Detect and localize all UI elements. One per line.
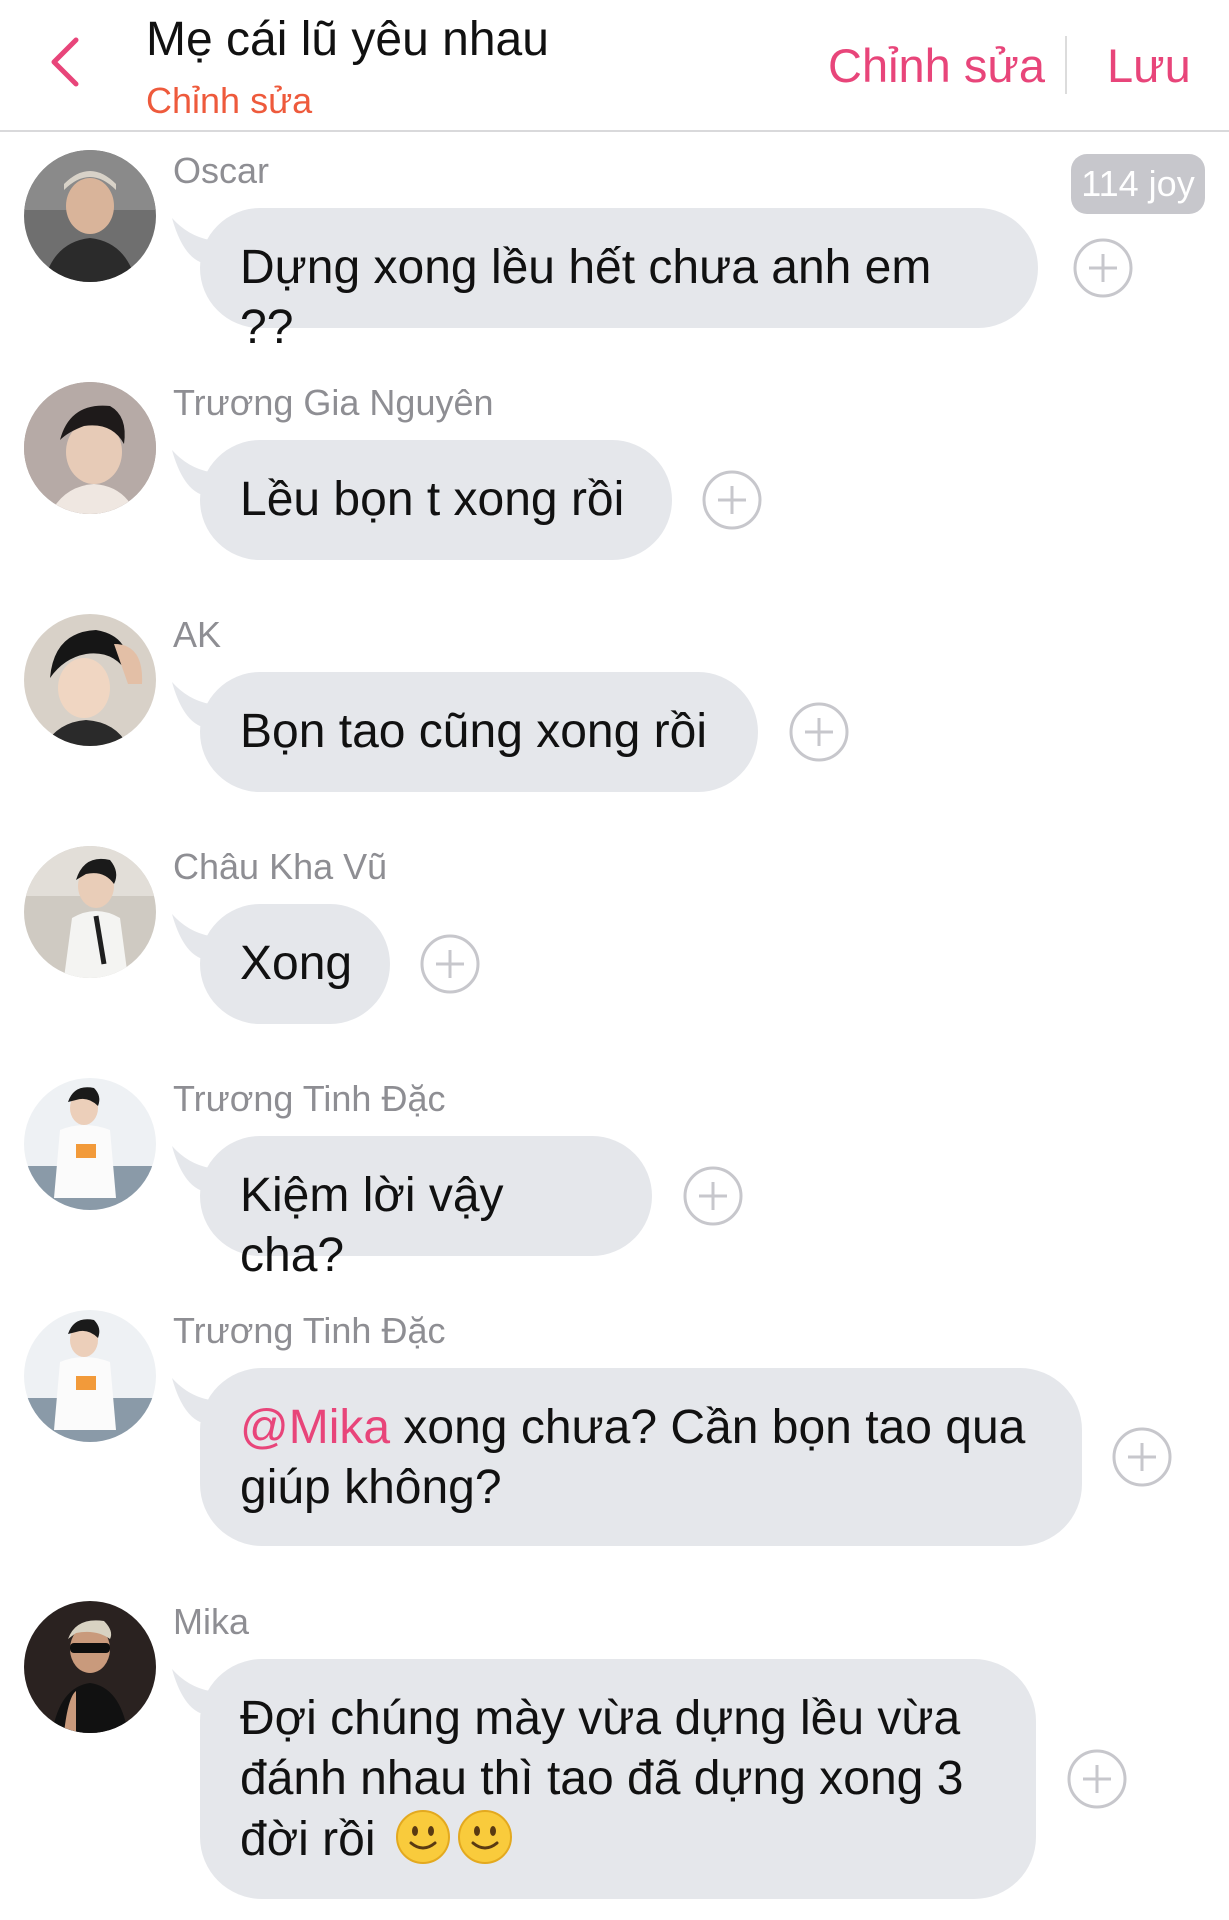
avatar[interactable] [24,150,156,282]
joy-badge: 114 joy [1071,154,1205,214]
sender-name: Châu Kha Vũ [173,846,388,887]
sender-name: Trương Tinh Đặc [173,1310,446,1351]
message-bubble[interactable]: Dựng xong lều hết chưa anh em ?? [200,208,1038,354]
sender-name: Oscar [173,150,270,191]
plus-circle-icon[interactable] [1111,1426,1173,1488]
slightly-smiling-face-icon [395,1810,450,1864]
save-button[interactable]: Lưu [1107,38,1191,93]
plus-circle-icon[interactable] [788,701,850,763]
message-bubble[interactable]: @Mika xong chưa? Cần bọn tao qua giúp kh… [200,1368,1082,1546]
sender-name: Mika [173,1601,250,1642]
message-bubble[interactable]: Xong [200,904,390,1024]
plus-circle-icon[interactable] [701,469,763,531]
message-bubble[interactable]: Kiệm lời vậy cha? [200,1136,652,1282]
message-text: Xong [240,937,353,990]
avatar[interactable] [24,382,156,514]
sender-name: AK [173,614,222,655]
chat-title: Mẹ cái lũ yêu nhau [146,13,549,66]
message-text: Kiệm lời vậy cha? [240,1169,504,1282]
plus-circle-icon[interactable] [1072,237,1134,299]
mention-link[interactable]: @Mika [240,1401,390,1454]
message-text: Dựng xong lều hết chưa anh em ?? [240,241,932,354]
message-bubble[interactable]: Lều bọn t xong rồi [200,440,672,560]
plus-circle-icon[interactable] [1066,1748,1128,1810]
header-divider [1065,36,1067,94]
plus-circle-icon[interactable] [419,933,481,995]
slightly-smiling-face-icon [457,1810,512,1864]
plus-circle-icon[interactable] [682,1165,744,1227]
avatar[interactable] [24,614,156,746]
avatar[interactable] [24,1078,156,1210]
chat-subtitle: Chỉnh sửa [146,80,313,121]
message-bubble[interactable]: Bọn tao cũng xong rồi [200,672,758,792]
message-bubble[interactable]: Đợi chúng mày vừa dựng lều vừa đánh nhau… [200,1659,1036,1899]
message-text: Lều bọn t xong rồi [240,473,625,526]
avatar[interactable] [24,1310,156,1442]
message-text: Đợi chúng mày vừa dựng lều vừa đánh nhau… [240,1692,964,1866]
edit-button[interactable]: Chỉnh sửa [828,38,1045,93]
sender-name: Trương Gia Nguyên [173,382,494,423]
chevron-left-icon[interactable] [42,32,88,92]
nav-header: Mẹ cái lũ yêu nhau Chỉnh sửa Chỉnh sửa L… [0,0,1229,132]
sender-name: Trương Tinh Đặc [173,1078,446,1119]
avatar[interactable] [24,846,156,978]
avatar[interactable] [24,1601,156,1733]
message-text: Bọn tao cũng xong rồi [240,705,707,758]
